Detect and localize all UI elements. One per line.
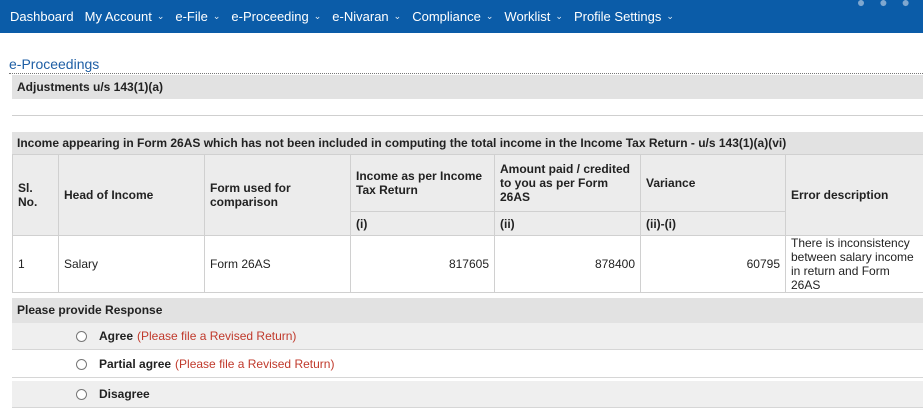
chevron-down-icon: ⌄ xyxy=(212,11,221,21)
nav-label: Worklist xyxy=(504,9,551,24)
adjustments-table: Sl. No. Head of Income Form used for com… xyxy=(12,154,923,293)
nav-label: e-Nivaran xyxy=(332,9,389,24)
radio-button-partial-agree[interactable] xyxy=(76,358,87,370)
chevron-down-icon: ⌄ xyxy=(666,11,674,21)
cell-amount-26as: 878400 xyxy=(494,235,641,293)
option-label: Partial agree xyxy=(99,357,172,371)
column-header-amount-26as: Amount paid / credited to you as per For… xyxy=(494,154,641,212)
cell-income-return: 817605 xyxy=(350,235,495,293)
nav-dashboard[interactable]: Dashboard xyxy=(10,9,74,24)
option-note: (Please file a Revised Return) xyxy=(175,357,335,371)
subheader-ii-minus-i: (ii)-(i) xyxy=(640,211,786,236)
nav-label: Compliance xyxy=(412,9,481,24)
radio-button-disagree[interactable] xyxy=(76,388,87,400)
top-navigation-bar: Dashboard My Account ⌄ e-File ⌄ e-Proceedi… xyxy=(0,0,923,33)
radio-button-agree[interactable] xyxy=(76,330,87,342)
chevron-down-icon: ⌄ xyxy=(313,11,322,21)
nav-label: Dashboard xyxy=(10,9,74,24)
chevron-down-icon: ⌄ xyxy=(555,11,563,21)
nav-label: e-File xyxy=(175,9,208,24)
chevron-down-icon: ⌄ xyxy=(393,11,402,21)
column-header-error-description: Error description xyxy=(785,154,923,236)
subheader-ii: (ii) xyxy=(494,211,641,236)
nav-e-nivaran[interactable]: e-Nivaran ⌄ xyxy=(332,9,401,24)
nav-profile-settings[interactable]: Profile Settings ⌄ xyxy=(574,9,674,24)
nav-worklist[interactable]: Worklist ⌄ xyxy=(504,9,563,24)
column-header-variance: Variance xyxy=(640,154,786,212)
response-option-agree[interactable]: Agree (Please file a Revised Return) xyxy=(12,323,923,350)
nav-e-proceeding[interactable]: e-Proceeding ⌄ xyxy=(231,9,321,24)
nav-label: My Account xyxy=(84,9,152,24)
cell-variance: 60795 xyxy=(640,235,786,293)
cell-error-description: There is inconsistency between salary in… xyxy=(785,235,923,293)
cell-head-of-income: Salary xyxy=(58,235,205,293)
column-header-form-used: Form used for comparison xyxy=(204,154,351,236)
nav-my-account[interactable]: My Account ⌄ xyxy=(85,9,165,24)
column-header-sl-no: Sl. No. xyxy=(12,154,59,236)
nav-label: e-Proceeding xyxy=(231,9,309,24)
cell-sl-no: 1 xyxy=(12,235,59,293)
nav-compliance[interactable]: Compliance ⌄ xyxy=(412,9,493,24)
response-option-partial-agree[interactable]: Partial agree (Please file a Revised Ret… xyxy=(12,351,923,378)
response-option-disagree[interactable]: Disagree xyxy=(12,381,923,408)
subheader-i: (i) xyxy=(350,211,495,236)
chevron-down-icon: ⌄ xyxy=(485,11,494,21)
option-label: Disagree xyxy=(99,387,150,401)
income-section-title: Income appearing in Form 26AS which has … xyxy=(12,132,923,154)
table-row: 1 Salary Form 26AS 817605 878400 60795 T… xyxy=(12,235,923,293)
title-divider xyxy=(9,73,923,74)
chevron-down-icon: ⌄ xyxy=(156,11,165,21)
cell-form-used: Form 26AS xyxy=(204,235,351,293)
option-label: Agree xyxy=(99,329,134,343)
page-title: e-Proceedings xyxy=(9,56,100,72)
section-header-adjustments: Adjustments u/s 143(1)(a) xyxy=(12,75,923,99)
nav-label: Profile Settings xyxy=(573,9,662,24)
column-header-income-return: Income as per Income Tax Return xyxy=(350,154,495,212)
section-divider xyxy=(12,115,923,116)
more-dots-icon: ● ● ● xyxy=(856,0,915,10)
nav-e-file[interactable]: e-File ⌄ xyxy=(175,9,220,24)
option-note: (Please file a Revised Return) xyxy=(137,329,297,343)
response-section-title: Please provide Response xyxy=(12,298,923,323)
column-header-head-of-income: Head of Income xyxy=(58,154,205,236)
